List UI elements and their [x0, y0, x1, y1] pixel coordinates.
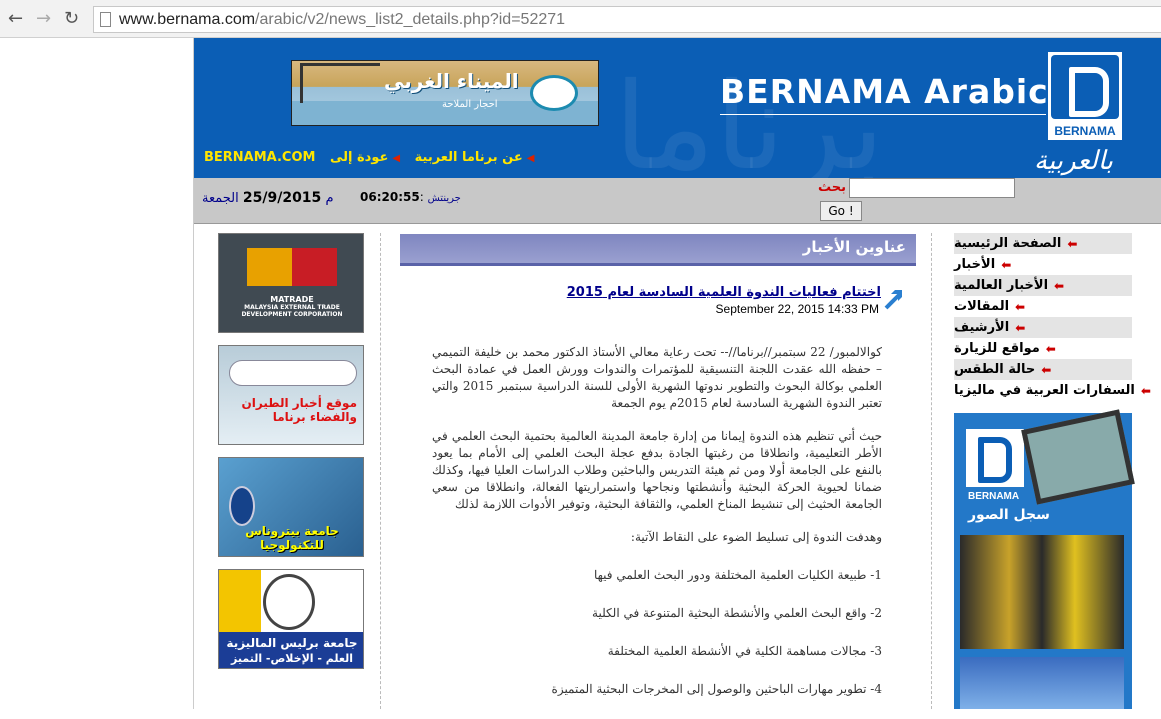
sidebar-item-home[interactable]: ⬅ الصفحة الرئيسية	[954, 233, 1132, 254]
back-to-link[interactable]: عودة إلى	[330, 150, 400, 165]
top-links: BERNAMA.COM عودة إلى عن برناما العربية	[204, 150, 544, 165]
article-list-item: 1- طبيعة الكليات العلمية المختلفة ودور ا…	[593, 568, 882, 582]
ad-title: الميناء الغربي	[384, 69, 519, 93]
matrade-logo-icon	[247, 248, 337, 286]
sidebar-item-label: حالة الطقس	[954, 362, 1036, 377]
page: ﺑﺮﻧﺎﻣﺎ الميناء الغربي احجار الملاحة BERN…	[193, 38, 1161, 709]
menu-arrow-icon: ⬅	[1067, 236, 1078, 251]
article-paragraph: وهدفت الندوة إلى تسليط الضوء على النقاط …	[630, 530, 882, 544]
article-paragraph: حيث أتي تنظيم هذه الندوة إيمانا من إدارة…	[432, 429, 883, 511]
sidebar-item-label: الصفحة الرئيسية	[954, 236, 1062, 251]
ad-subtitle: احجار الملاحة	[442, 99, 498, 110]
film-reel-icon	[1021, 409, 1135, 505]
sidebar-item-world-news[interactable]: ⬅ الأخبار العالمية	[954, 275, 1132, 296]
unimap-motto: العلم - الإخلاص- التميز	[231, 652, 353, 665]
petronas-logo-icon	[229, 486, 255, 526]
matrade-caption: MALAYSIA EXTERNAL TRADE DEVELOPMENT CORP…	[241, 304, 343, 318]
article-paragraph: كوالالمبور/ 22 سبتمبر//برناما//-- تحت رع…	[432, 345, 882, 410]
menu-arrow-icon: ⬅	[1140, 383, 1151, 398]
search-input[interactable]	[849, 178, 1015, 198]
forward-icon[interactable]: →	[36, 8, 51, 30]
matrade-ad[interactable]: MATRADE MALAYSIA EXTERNAL TRADE DEVELOPM…	[218, 233, 364, 333]
sidebar-menu: ⬅ الصفحة الرئيسية ⬅ الأخبار ⬅ الأخبار العال…	[954, 233, 1151, 401]
sidebar-item-sites[interactable]: ⬅ مواقع للزيارة	[954, 338, 1132, 359]
address-bar[interactable]: www.bernama.com/arabic/v2/news_list2_det…	[93, 6, 1161, 33]
matrade-label: MATRADE	[270, 295, 314, 304]
news-headlines-header: عناوين الأخبار	[400, 234, 916, 266]
gallery-photo[interactable]	[960, 535, 1124, 649]
unimap-yellow-block	[219, 570, 261, 640]
menu-arrow-icon: ⬅	[1001, 257, 1012, 272]
sidebar-item-weather[interactable]: ⬅ حالة الطقس	[954, 359, 1132, 380]
sidebar-item-label: الأخبار	[954, 257, 996, 272]
article-arrow-icon	[884, 290, 902, 310]
arabic-logo-text: بالعربية	[1034, 146, 1113, 176]
bernama-logo-icon	[966, 429, 1024, 487]
sidebar-item-label: المقالات	[954, 299, 1010, 314]
sidebar-item-archive[interactable]: ⬅ الأرشيف	[954, 317, 1132, 338]
about-bernama-arabic-link[interactable]: عن برناما العربية	[415, 150, 535, 165]
left-ads-column: MATRADE MALAYSIA EXTERNAL TRADE DEVELOPM…	[218, 233, 364, 681]
unimap-title: جامعة برليس الماليزية	[226, 636, 358, 650]
date-display: م 25/9/2015 الجمعة	[202, 190, 334, 206]
bernama-com-link[interactable]: BERNAMA.COM	[204, 150, 315, 165]
reload-icon[interactable]: ↻	[64, 8, 79, 30]
sidebar-item-embassies[interactable]: ⬅ السفارات العربية في ماليزيا	[954, 380, 1151, 401]
sidebar-item-label: مواقع للزيارة	[954, 341, 1040, 356]
date-suffix: م	[325, 191, 334, 206]
menu-arrow-icon: ⬅	[1045, 341, 1056, 356]
gallery-logo-text: BERNAMA	[968, 491, 1020, 502]
photo-gallery-box[interactable]: BERNAMA سجل الصور	[954, 409, 1135, 709]
bernama-logo-text: BERNAMA	[1054, 124, 1116, 138]
bernama-logo-icon	[1051, 55, 1119, 119]
sidebar-item-label: السفارات العربية في ماليزيا	[954, 383, 1135, 398]
info-bar: م 25/9/2015 الجمعة 06:20:55: جرينتش بحث …	[194, 178, 1161, 224]
article-list-item: 4- تطوير مهارات الباحثين والوصول إلى الم…	[551, 682, 882, 696]
day-name: الجمعة	[202, 191, 239, 206]
sidebar-item-label: الأرشيف	[954, 320, 1010, 335]
article-body: كوالالمبور/ 22 سبتمبر//برناما//-- تحت رع…	[432, 344, 882, 719]
airline-news-ad[interactable]: موقع أخبار الطيران والفضاء برناما	[218, 345, 364, 445]
go-button[interactable]: Go !	[820, 201, 862, 221]
sidebar-item-articles[interactable]: ⬅ المقالات	[954, 296, 1132, 317]
date-value: 25/9/2015	[242, 190, 322, 206]
url-domain: www.bernama.com	[119, 11, 256, 28]
left-divider	[380, 233, 381, 709]
news-headlines-title: عناوين الأخبار	[802, 238, 906, 256]
airplane-icon	[229, 360, 357, 386]
menu-arrow-icon: ⬅	[1054, 278, 1065, 293]
article-title-link[interactable]: اختتام فعاليات الندوة العلمية السادسة لع…	[567, 285, 881, 300]
unimap-logo-icon	[263, 574, 315, 630]
unimap-ad[interactable]: جامعة برليس الماليزية العلم - الإخلاص- ا…	[218, 569, 364, 669]
port-ad-banner[interactable]: الميناء الغربي احجار الملاحة	[291, 60, 599, 126]
browser-toolbar: ← → ↻ www.bernama.com/arabic/v2/news_lis…	[0, 0, 1161, 38]
article-list-item: 3- مجالات مساهمة الكلية في الأنشطة العلم…	[607, 644, 882, 658]
right-divider	[931, 233, 932, 709]
menu-arrow-icon: ⬅	[1041, 362, 1052, 377]
sidebar-item-news[interactable]: ⬅ الأخبار	[954, 254, 1132, 275]
site-banner: ﺑﺮﻧﺎﻣﺎ الميناء الغربي احجار الملاحة BERN…	[194, 38, 1161, 178]
airline-ad-text: موقع أخبار الطيران والفضاء برناما	[241, 396, 357, 424]
article-list-item: 2- واقع البحث العلمي والأنشطة البحثية ال…	[592, 606, 882, 620]
time-value: 06:20:55	[360, 190, 420, 204]
petronas-ad-text: جامعة بيتروناس للتكنولوجيا	[245, 524, 339, 552]
back-icon[interactable]: ←	[8, 8, 23, 30]
menu-arrow-icon: ⬅	[1015, 320, 1026, 335]
time-display: 06:20:55: جرينتش	[360, 190, 461, 204]
gallery-title: سجل الصور	[968, 507, 1050, 523]
petronas-university-ad[interactable]: جامعة بيتروناس للتكنولوجيا	[218, 457, 364, 557]
menu-arrow-icon: ⬅	[1015, 299, 1026, 314]
site-title: BERNAMA Arabic	[720, 72, 1049, 115]
search-label: بحث	[818, 180, 847, 195]
ad-logo-icon	[530, 75, 578, 111]
gallery-photo[interactable]	[960, 657, 1124, 709]
bernama-logo[interactable]: BERNAMA	[1046, 50, 1124, 142]
url-path: /arabic/v2/news_list2_details.php?id=522…	[255, 11, 566, 28]
timezone-label: جرينتش	[427, 193, 461, 204]
article-date: September 22, 2015 14:33 PM	[715, 302, 879, 316]
sidebar-item-label: الأخبار العالمية	[954, 278, 1049, 293]
ad-crane	[300, 63, 380, 103]
page-icon	[100, 12, 111, 27]
